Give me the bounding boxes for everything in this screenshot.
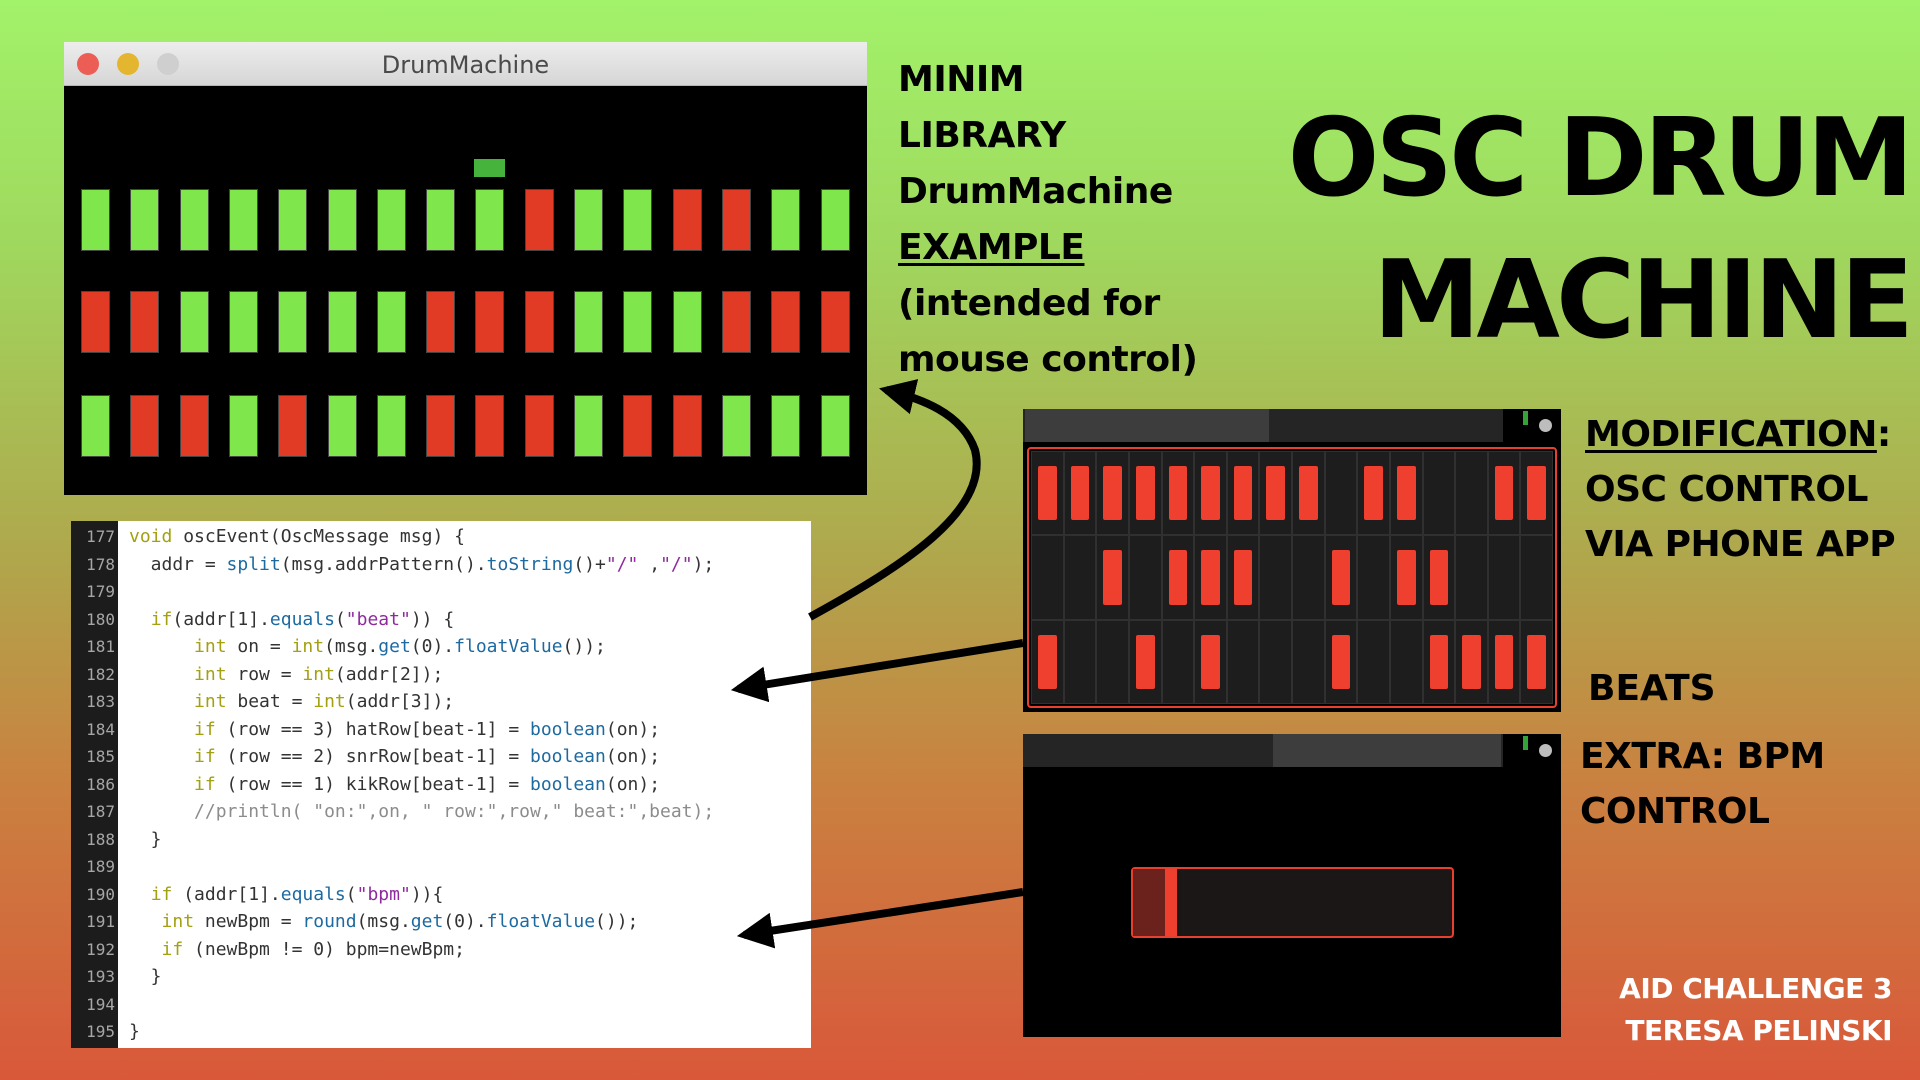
arrow-beats-to-code <box>730 639 1024 703</box>
arrows-overlay <box>730 379 1024 949</box>
arrow-bpm-to-code <box>736 888 1024 949</box>
arrow-code-to-window <box>808 379 981 621</box>
